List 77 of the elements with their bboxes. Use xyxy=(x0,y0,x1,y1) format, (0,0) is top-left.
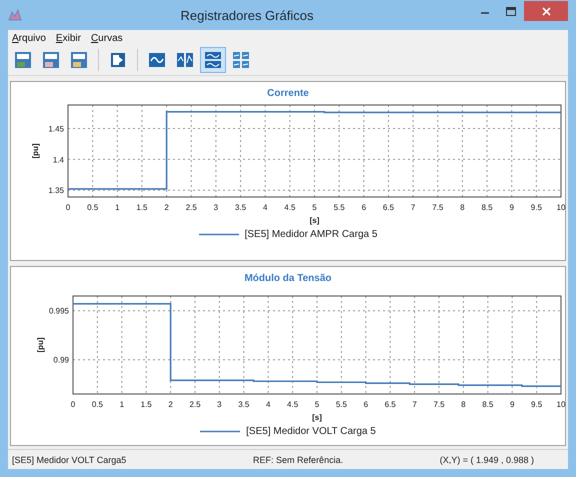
window-title: Registradores Gráficos xyxy=(180,8,314,22)
menu-item[interactable]: Arquivo xyxy=(12,33,46,44)
legend-label: [SE5] Medidor AMPR Carga 5 xyxy=(244,229,378,240)
tick-label: 8 xyxy=(461,400,466,409)
save-chart-icon xyxy=(42,51,60,69)
tick-label: 7 xyxy=(412,400,417,409)
tick-label: 9.5 xyxy=(531,400,542,409)
status-text: [SE5] Medidor VOLT Carga5 xyxy=(11,454,128,464)
axis-title: [pu] xyxy=(31,143,40,159)
tick-label: 10 xyxy=(556,203,566,212)
save-image-icon xyxy=(70,51,88,69)
tick-label: 0.995 xyxy=(48,306,69,316)
tick-label: 3 xyxy=(214,203,218,212)
tick-label: 1.4 xyxy=(52,155,64,164)
chart-title: Corrente xyxy=(267,88,309,99)
tick-label: 9 xyxy=(509,203,514,212)
tick-label: 0.5 xyxy=(92,400,103,409)
tick-label: 3 xyxy=(217,400,222,409)
tick-label: 3.5 xyxy=(238,400,250,409)
close-icon xyxy=(542,6,550,16)
legend-label: [SE5] Medidor VOLT Carga 5 xyxy=(246,426,376,437)
tick-label: 6.5 xyxy=(384,400,396,409)
tick-label: 7.5 xyxy=(432,203,444,212)
tick-label: 4.5 xyxy=(284,203,296,212)
tick-label: 5.5 xyxy=(334,203,345,212)
tick-label: 3.5 xyxy=(235,203,246,212)
tick-label: 6 xyxy=(362,203,366,212)
tick-label: 4.5 xyxy=(287,400,298,409)
menu-item[interactable]: Curvas xyxy=(90,33,123,44)
tick-label: 2 xyxy=(164,203,169,212)
tick-label: 8.5 xyxy=(481,203,493,212)
save-data-icon xyxy=(14,51,32,69)
axis-title: [pu] xyxy=(36,337,45,353)
tick-label: 10 xyxy=(556,400,566,409)
tick-label: 1.35 xyxy=(48,186,64,196)
tick-label: 0 xyxy=(70,400,76,409)
tick-label: 2.5 xyxy=(189,400,201,409)
maximize-icon xyxy=(506,6,516,16)
close-button[interactable] xyxy=(524,1,568,21)
dual-curve-icon xyxy=(176,51,194,69)
menu-item[interactable]: Exibir xyxy=(56,33,81,44)
tick-label: 2.5 xyxy=(186,203,197,212)
axis-title: [s] xyxy=(312,413,322,422)
toolbar-button[interactable] xyxy=(200,47,226,73)
legend-line-icon xyxy=(200,430,240,433)
status-text: REF: Sem Referência. xyxy=(252,454,344,464)
status-text: (X,Y) = ( 1.949 , 0.988 ) xyxy=(438,454,536,464)
tick-label: 5 xyxy=(314,400,320,409)
tick-label: 1 xyxy=(120,400,124,409)
single-curve-icon xyxy=(148,51,166,69)
tick-label: 1 xyxy=(115,203,120,212)
tick-label: 1.5 xyxy=(136,203,148,212)
tick-label: 8 xyxy=(460,203,465,212)
tick-label: 1.5 xyxy=(140,400,152,409)
app-icon xyxy=(8,8,22,22)
axis-title: [s] xyxy=(310,216,320,225)
tick-label: 2 xyxy=(168,400,173,409)
tick-label: 9 xyxy=(510,400,514,409)
tick-label: 0.5 xyxy=(87,203,98,212)
tick-label: 5 xyxy=(312,203,317,212)
tick-label: 4 xyxy=(266,400,270,409)
tick-label: 9.5 xyxy=(530,203,542,212)
tick-label: 0.99 xyxy=(53,356,69,365)
tick-label: 6.5 xyxy=(382,203,394,212)
tick-label: 6 xyxy=(364,400,368,409)
tick-label: 8.5 xyxy=(482,400,494,409)
legend-line-icon xyxy=(198,233,239,236)
tick-label: 1.45 xyxy=(48,124,64,134)
export-icon xyxy=(109,51,127,69)
tick-label: 0 xyxy=(66,203,70,212)
tick-label: 7 xyxy=(410,203,416,212)
grid-curves-icon xyxy=(232,51,250,69)
tick-label: 5.5 xyxy=(336,400,347,409)
chart-title: Módulo da Tensão xyxy=(244,273,332,284)
stacked-curves-icon xyxy=(204,51,222,69)
tick-label: 7.5 xyxy=(433,400,445,409)
tick-label: 4 xyxy=(262,203,268,212)
